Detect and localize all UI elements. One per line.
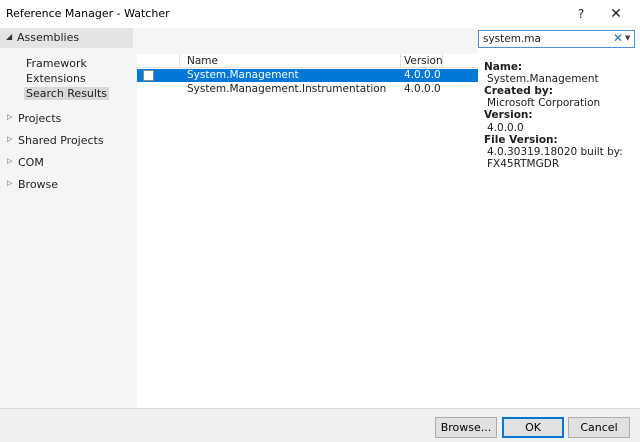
title-bar: Reference Manager - Watcher ? ✕ — [0, 0, 640, 28]
details-version-value: 4.0.0.0 — [487, 122, 524, 134]
collapsed-triangle-icon: ▷ — [7, 179, 13, 187]
browse-button[interactable]: Browse... — [435, 417, 497, 438]
cancel-button[interactable]: Cancel — [568, 417, 630, 438]
collapsed-triangle-icon: ▷ — [7, 135, 13, 143]
clear-icon[interactable]: ✕ — [613, 31, 623, 45]
table-row[interactable]: System.Management 4.0.0.0 — [137, 69, 478, 82]
sidebar-item-label: Shared Projects — [18, 134, 104, 147]
sidebar-item-framework[interactable]: Framework — [24, 57, 89, 70]
window-title: Reference Manager - Watcher — [6, 7, 170, 20]
search-box[interactable]: system.ma ✕ ▼ — [478, 30, 635, 48]
details-file-version-value: 4.0.30319.18020 built by: — [487, 146, 623, 158]
sidebar-item-search-results[interactable]: Search Results — [24, 87, 110, 100]
details-pane: Name: System.Management Created by: Micr… — [478, 54, 640, 408]
collapsed-triangle-icon: ▷ — [7, 157, 13, 165]
row-name: System.Management.Instrumentation — [187, 83, 387, 95]
search-input[interactable]: system.ma — [483, 33, 541, 45]
column-divider[interactable] — [442, 54, 443, 68]
row-version: 4.0.0.0 — [404, 83, 441, 95]
sidebar-item-label: Projects — [18, 112, 62, 125]
column-divider[interactable] — [179, 54, 180, 68]
sidebar-item-extensions[interactable]: Extensions — [24, 72, 88, 85]
details-file-version-label: File Version: — [484, 134, 558, 146]
table-row[interactable]: System.Management.Instrumentation 4.0.0.… — [137, 83, 478, 96]
sidebar-item-projects[interactable]: ▷ Projects — [0, 110, 133, 128]
expanded-triangle-icon: ◢ — [6, 32, 13, 41]
details-name-label: Name: — [484, 61, 523, 73]
row-version: 4.0.0.0 — [404, 69, 441, 81]
results-pane: Name Version System.Management 4.0.0.0 S… — [133, 28, 478, 408]
details-created-label: Created by: — [484, 85, 553, 97]
sidebar-item-browse[interactable]: ▷ Browse — [0, 176, 133, 194]
details-name-value: System.Management — [487, 73, 599, 85]
column-divider[interactable] — [400, 54, 401, 68]
column-header-version[interactable]: Version — [404, 55, 443, 67]
ok-button[interactable]: OK — [502, 417, 564, 438]
sidebar: ◢ Assemblies Framework Extensions Search… — [0, 28, 133, 408]
dialog-footer: Browse... OK Cancel — [0, 408, 640, 442]
grid-header: Name Version — [137, 54, 478, 68]
sidebar-item-label: Assemblies — [17, 31, 80, 44]
details-file-version-build: FX45RTMGDR — [487, 158, 560, 170]
chevron-down-icon[interactable]: ▼ — [625, 34, 630, 42]
sidebar-item-assemblies[interactable]: ◢ Assemblies — [0, 28, 133, 48]
sidebar-item-label: Browse — [18, 178, 59, 191]
details-created-value: Microsoft Corporation — [487, 97, 601, 109]
row-name: System.Management — [187, 69, 299, 81]
sidebar-item-shared-projects[interactable]: ▷ Shared Projects — [0, 132, 133, 150]
collapsed-triangle-icon: ▷ — [7, 113, 13, 121]
column-header-name[interactable]: Name — [187, 55, 218, 67]
sidebar-item-com[interactable]: ▷ COM — [0, 154, 133, 172]
sidebar-item-label: COM — [18, 156, 44, 169]
close-button[interactable]: ✕ — [598, 2, 634, 26]
details-version-label: Version: — [484, 109, 533, 121]
row-checkbox[interactable] — [143, 70, 154, 81]
results-grid: Name Version System.Management 4.0.0.0 S… — [137, 54, 478, 408]
help-button[interactable]: ? — [566, 2, 596, 26]
